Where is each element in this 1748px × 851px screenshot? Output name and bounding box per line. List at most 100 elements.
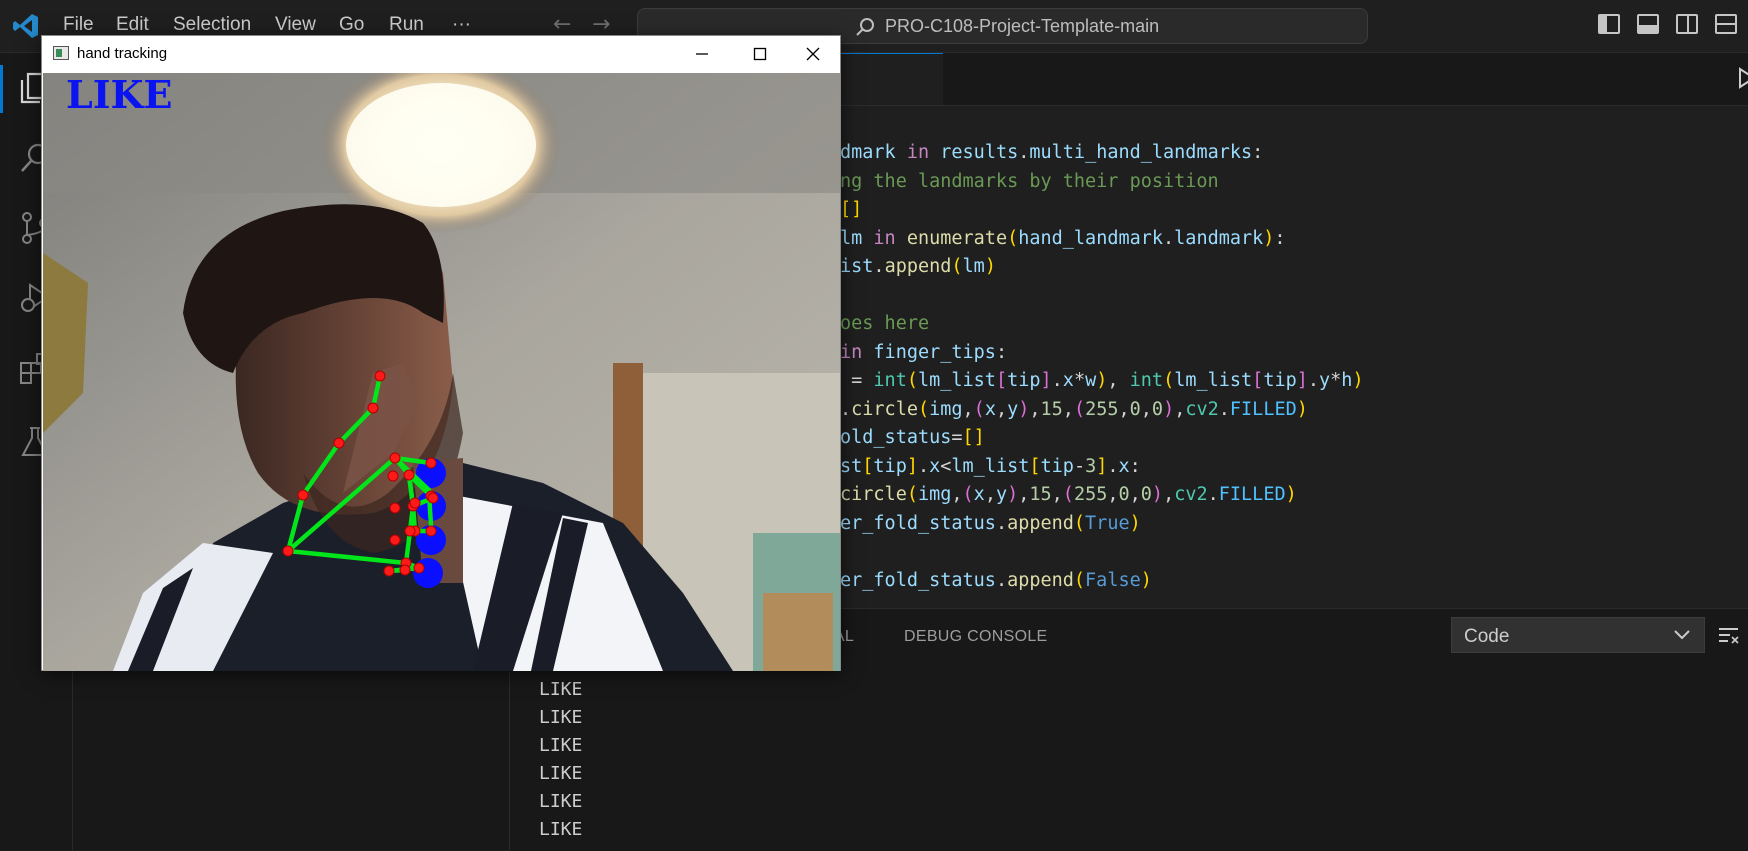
code-token: lm_list (1174, 370, 1253, 391)
landmark-point (389, 534, 401, 546)
command-center-text: PRO-C108-Project-Template-main (885, 16, 1160, 36)
menu-file[interactable]: File (63, 14, 94, 36)
code-token: y (1007, 398, 1019, 420)
landmark-point (427, 492, 439, 504)
menu-run[interactable]: Run (389, 14, 424, 36)
code-token: ( (1062, 484, 1074, 505)
code-token: ) (1352, 370, 1364, 391)
menu-go[interactable]: Go (339, 14, 364, 36)
window-title: hand tracking (77, 45, 168, 62)
code-token: multi_hand_landmarks (1029, 142, 1253, 163)
landmark-point (409, 497, 421, 509)
code-token: , (1140, 398, 1152, 420)
search-icon (856, 18, 874, 36)
code-token: x (1062, 370, 1074, 391)
code-token: [] (962, 427, 985, 448)
landmark-point (399, 564, 411, 576)
toggle-secondary-sidebar-icon[interactable] (1676, 14, 1698, 34)
toggle-primary-sidebar-icon[interactable] (1598, 14, 1620, 34)
landmark-point (404, 525, 416, 537)
output-line: LIKE (539, 763, 583, 784)
code-token: h (1341, 370, 1353, 391)
code-token: y (1319, 370, 1331, 391)
code-token: 0 (1129, 398, 1141, 420)
code-token: ) (1296, 398, 1308, 420)
code-token: 255 (1085, 398, 1119, 420)
minimize-icon[interactable] (673, 36, 731, 72)
code-token: ) (1163, 398, 1175, 420)
output-line: LIKE (539, 707, 583, 728)
menu-edit[interactable]: Edit (116, 14, 149, 36)
code-token: 0 (1140, 484, 1152, 505)
code-token: ) (1140, 569, 1152, 591)
code-token: x (984, 398, 996, 420)
code-token: , (1062, 398, 1074, 420)
gesture-label: LIKE (66, 73, 173, 117)
code-token: . (995, 512, 1008, 534)
maximize-icon[interactable] (731, 36, 789, 72)
output-line: LIKE (539, 819, 583, 840)
code-token: . (1018, 142, 1030, 163)
code-token: ] (1296, 370, 1308, 391)
code-token: ) (1018, 398, 1030, 420)
menu-selection[interactable]: Selection (173, 14, 251, 36)
code-token: x (1118, 455, 1130, 477)
code-token: er_fold_status (840, 569, 996, 591)
output-line: LIKE (539, 679, 583, 700)
code-token: landmark (1174, 227, 1264, 249)
run-file-icon[interactable] (1738, 67, 1748, 89)
output-channel-select[interactable]: Code (1451, 617, 1705, 653)
code-token: append (1007, 512, 1074, 534)
toggle-panel-icon[interactable] (1637, 14, 1659, 34)
code-token: circle (840, 484, 907, 505)
code-token: ] (1096, 455, 1108, 477)
code-token: x (973, 484, 985, 505)
tab-debug-console[interactable]: DEBUG CONSOLE (904, 628, 1048, 646)
code-token: ) (1263, 227, 1275, 249)
close-icon[interactable] (784, 36, 842, 72)
landmark-point (403, 469, 415, 481)
forward-arrow-icon[interactable]: → (592, 12, 610, 37)
code-line: er_fold_status.append(True) (840, 513, 1141, 534)
landmark-point (367, 402, 379, 414)
code-line: circle(img,(x,y),15,(255,0,0),cv2.FILLED… (840, 484, 1297, 505)
back-arrow-icon[interactable]: ← (553, 12, 571, 37)
customize-layout-icon[interactable] (1715, 14, 1737, 34)
code-token: cv2 (1185, 398, 1219, 420)
landmark-point (333, 437, 345, 449)
code-line: in finger_tips: (840, 342, 1007, 363)
landmark-point (282, 545, 294, 557)
clear-output-icon[interactable] (1718, 627, 1740, 645)
code-token: FILLED (1218, 484, 1286, 505)
code-line: st[tip].x<lm_list[tip-3].x: (840, 456, 1141, 477)
landmark-point (389, 452, 401, 464)
code-token: True (1085, 512, 1130, 534)
code-token: in (906, 142, 930, 163)
code-token: - (1073, 455, 1086, 477)
code-token: , (1029, 398, 1041, 420)
code-token: finger_tips (873, 341, 996, 363)
code-token: * (1330, 370, 1342, 391)
code-token: , (1107, 370, 1130, 391)
menu-more[interactable]: ··· (452, 14, 471, 36)
code-token: , (1163, 484, 1175, 505)
menu-view[interactable]: View (275, 14, 316, 36)
code-token: w (1085, 370, 1097, 391)
landmark-point (297, 489, 309, 501)
code-token: False (1085, 569, 1141, 591)
code-token: results (940, 142, 1019, 163)
hand-tracking-window[interactable]: hand tracking LIKE (41, 35, 841, 671)
landmark-point (389, 502, 401, 514)
code-token: . (1163, 227, 1175, 249)
code-token: = (840, 370, 874, 391)
code-token: ist (840, 256, 874, 277)
code-token: st (840, 455, 863, 477)
code-token: 3 (1085, 455, 1097, 477)
code-token: int (873, 370, 907, 391)
code-token: . (873, 256, 885, 277)
code-token: < (940, 455, 952, 477)
code-token: , (1174, 398, 1186, 420)
